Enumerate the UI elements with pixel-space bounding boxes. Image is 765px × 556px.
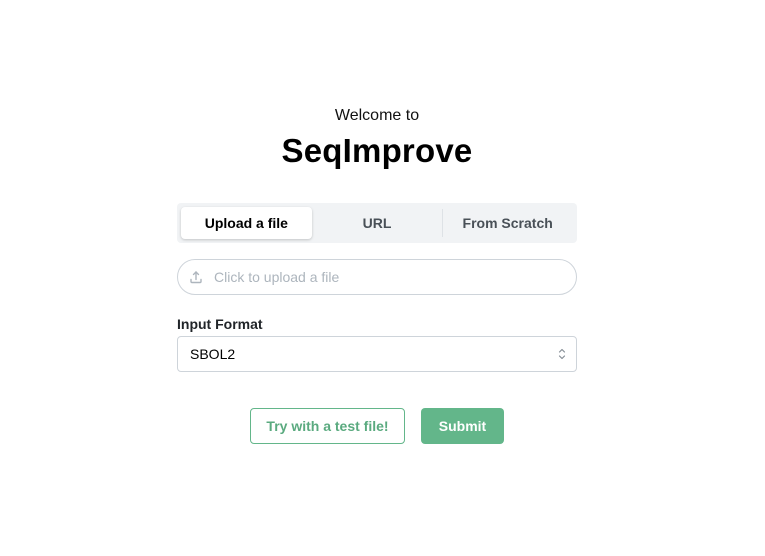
input-format-value: SBOL2: [190, 346, 236, 362]
chevron-up-down-icon: [557, 347, 567, 361]
source-segmented-control: Upload a file URL From Scratch: [177, 203, 577, 243]
tab-upload-file[interactable]: Upload a file: [181, 207, 312, 239]
try-test-file-button[interactable]: Try with a test file!: [250, 408, 405, 444]
tab-from-scratch[interactable]: From Scratch: [442, 207, 573, 239]
upload-icon: [189, 270, 203, 284]
input-format-label: Input Format: [177, 316, 263, 332]
input-format-select[interactable]: SBOL2: [177, 336, 577, 372]
upload-placeholder: Click to upload a file: [214, 269, 340, 285]
file-upload-input[interactable]: Click to upload a file: [177, 259, 577, 295]
tab-url[interactable]: URL: [312, 207, 443, 239]
welcome-text: Welcome to: [334, 107, 420, 124]
app-title: SeqImprove: [281, 132, 473, 169]
submit-button[interactable]: Submit: [421, 408, 504, 444]
